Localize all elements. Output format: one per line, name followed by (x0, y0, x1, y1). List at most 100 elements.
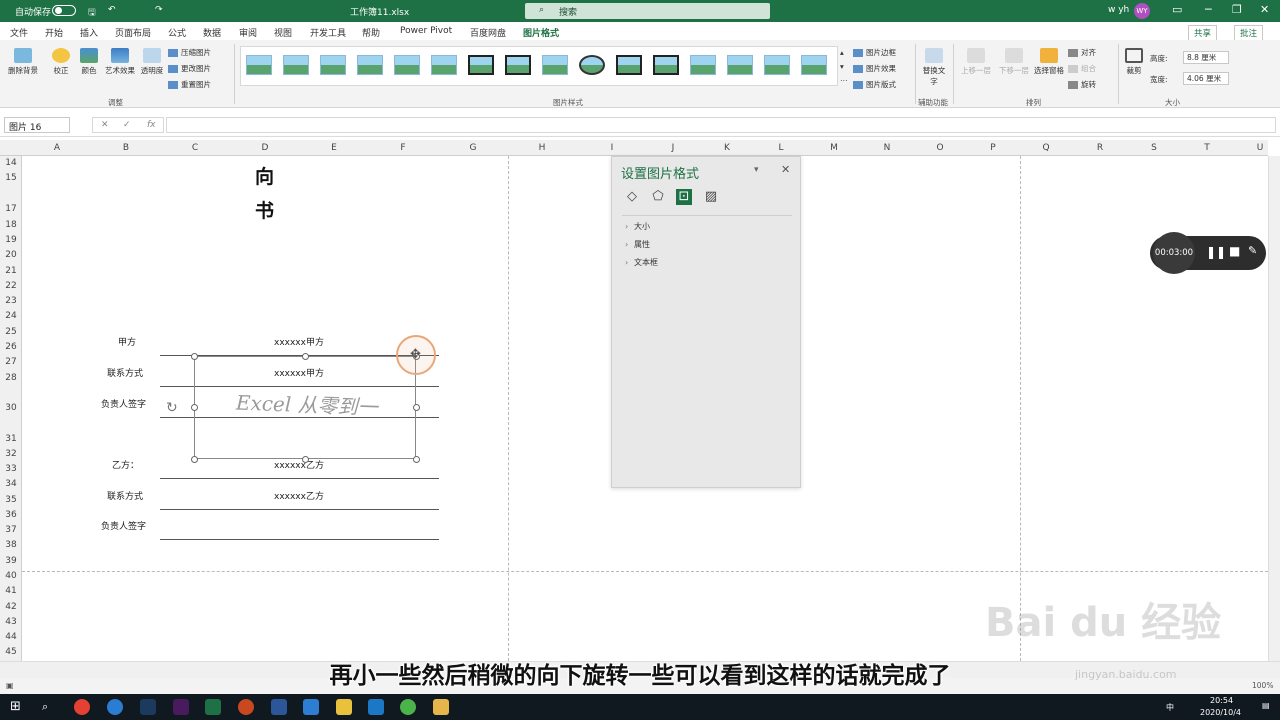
column-header[interactable]: L (751, 143, 811, 153)
recorder-app-icon[interactable] (368, 699, 384, 715)
picture-style-5[interactable] (394, 55, 420, 75)
column-header[interactable]: D (235, 143, 295, 153)
picture-style-10[interactable] (579, 55, 605, 75)
notifications-icon[interactable]: ▤ (1262, 701, 1270, 710)
gallery-up-icon[interactable]: ▴ (840, 48, 844, 57)
row-header[interactable]: 31 (0, 434, 22, 444)
edge-icon[interactable] (107, 699, 123, 715)
row-header[interactable]: 14 (0, 158, 22, 168)
contact-b-value[interactable]: xxxxxx乙方 (274, 489, 324, 502)
picture-layout-button[interactable]: 图片版式 (853, 79, 896, 90)
picture-style-11[interactable] (616, 55, 642, 75)
column-header[interactable]: G (443, 143, 503, 153)
redo-icon[interactable]: ↷ (155, 5, 163, 15)
column-header[interactable]: N (857, 143, 917, 153)
row-header[interactable]: 34 (0, 479, 22, 489)
vertical-scrollbar[interactable] (1268, 156, 1280, 661)
word-icon[interactable] (271, 699, 287, 715)
fill-line-icon[interactable]: ◇ (624, 189, 640, 205)
restore-icon[interactable]: ❐ (1232, 3, 1242, 16)
formula-input[interactable] (166, 117, 1276, 133)
row-header[interactable]: 17 (0, 204, 22, 214)
picture-style-15[interactable] (764, 55, 790, 75)
tab-power-pivot[interactable]: Power Pivot (400, 26, 452, 36)
name-box[interactable]: 图片 16 (4, 117, 70, 133)
pane-close-icon[interactable]: ✕ (781, 163, 790, 176)
row-header[interactable]: 37 (0, 525, 22, 535)
transparency-button[interactable]: 透明度 (140, 48, 164, 76)
picture-style-1[interactable] (246, 55, 272, 75)
row-header[interactable]: 42 (0, 602, 22, 612)
row-header[interactable]: 23 (0, 296, 22, 306)
party-a-label[interactable]: 甲方 (118, 335, 136, 348)
bring-forward-button[interactable]: 上移一层 (958, 48, 994, 76)
picture-style-13[interactable] (690, 55, 716, 75)
taskbar-date[interactable]: 2020/10/4 (1200, 708, 1241, 717)
tab-file[interactable]: 文件 (10, 26, 28, 39)
powerpoint-icon[interactable] (238, 699, 254, 715)
row-header[interactable]: 33 (0, 464, 22, 474)
column-header[interactable]: C (165, 143, 225, 153)
premiere-icon[interactable] (173, 699, 189, 715)
column-header[interactable]: T (1177, 143, 1237, 153)
wechat-icon[interactable] (400, 699, 416, 715)
column-header[interactable]: P (963, 143, 1023, 153)
compress-pictures-button[interactable]: 压缩图片 (168, 47, 211, 58)
photoshop-icon[interactable] (140, 699, 156, 715)
row-header[interactable]: 30 (0, 403, 22, 413)
pause-icon[interactable]: ❚❚ (1206, 245, 1226, 259)
resize-handle[interactable] (191, 456, 198, 463)
row-header[interactable]: 40 (0, 571, 22, 581)
chrome-icon[interactable] (74, 699, 90, 715)
party-b-value[interactable]: xxxxxx乙方 (274, 458, 324, 471)
folder-app-icon[interactable] (336, 699, 352, 715)
column-header[interactable]: A (27, 143, 87, 153)
resize-handle[interactable] (191, 353, 198, 360)
picture-icon[interactable]: ▨ (703, 189, 719, 205)
group-button[interactable]: 组合 (1068, 63, 1096, 74)
ribbon-display-icon[interactable]: ▭ (1172, 3, 1182, 16)
party-a-value[interactable]: xxxxxx甲方 (274, 335, 324, 348)
row-header[interactable]: 39 (0, 556, 22, 566)
picture-style-9[interactable] (542, 55, 568, 75)
row-header[interactable]: 38 (0, 540, 22, 550)
windows-start-icon[interactable]: ⊞ (10, 699, 21, 714)
contact-b-label[interactable]: 联系方式 (107, 489, 143, 502)
save-icon[interactable]: 🖫 (88, 5, 96, 21)
gallery-down-icon[interactable]: ▾ (840, 62, 844, 71)
comments-button[interactable]: 批注 (1234, 25, 1264, 41)
row-header[interactable]: 19 (0, 235, 22, 245)
tab-baidu[interactable]: 百度网盘 (470, 26, 506, 39)
picture-style-2[interactable] (283, 55, 309, 75)
width-spinner[interactable]: 4.06 厘米 (1183, 72, 1229, 85)
close-icon[interactable]: ✕ (1260, 3, 1269, 16)
remove-background-button[interactable]: 删除背景 (6, 48, 40, 76)
undo-icon[interactable]: ↶ (108, 5, 116, 15)
change-picture-button[interactable]: 更改图片 (168, 63, 211, 74)
column-header[interactable]: S (1124, 143, 1184, 153)
resize-handle[interactable] (302, 353, 309, 360)
column-header[interactable]: R (1070, 143, 1130, 153)
ime-indicator[interactable]: 中 (1166, 702, 1174, 713)
row-header[interactable]: 22 (0, 281, 22, 291)
align-button[interactable]: 对齐 (1068, 47, 1096, 58)
row-header[interactable]: 25 (0, 327, 22, 337)
tab-data[interactable]: 数据 (203, 26, 221, 39)
tab-formulas[interactable]: 公式 (168, 26, 186, 39)
row-header[interactable]: 32 (0, 449, 22, 459)
picture-style-16[interactable] (801, 55, 827, 75)
avatar[interactable]: WY (1134, 3, 1150, 19)
picture-style-6[interactable] (431, 55, 457, 75)
tab-page-layout[interactable]: 页面布局 (115, 26, 151, 39)
search-input[interactable]: ⌕ 搜索 (525, 3, 770, 19)
minimize-icon[interactable]: ─ (1205, 3, 1212, 16)
gallery-more-icon[interactable]: ⋯ (840, 76, 848, 85)
cancel-icon[interactable]: ✕ (101, 120, 109, 130)
tab-home[interactable]: 开始 (45, 26, 63, 39)
column-header[interactable]: K (697, 143, 757, 153)
row-header[interactable]: 21 (0, 266, 22, 276)
height-spinner[interactable]: 8.8 厘米 (1183, 51, 1229, 64)
column-header[interactable]: U (1230, 143, 1280, 153)
rotation-handle-icon[interactable]: ↻ (166, 400, 178, 416)
row-header[interactable]: 24 (0, 311, 22, 321)
